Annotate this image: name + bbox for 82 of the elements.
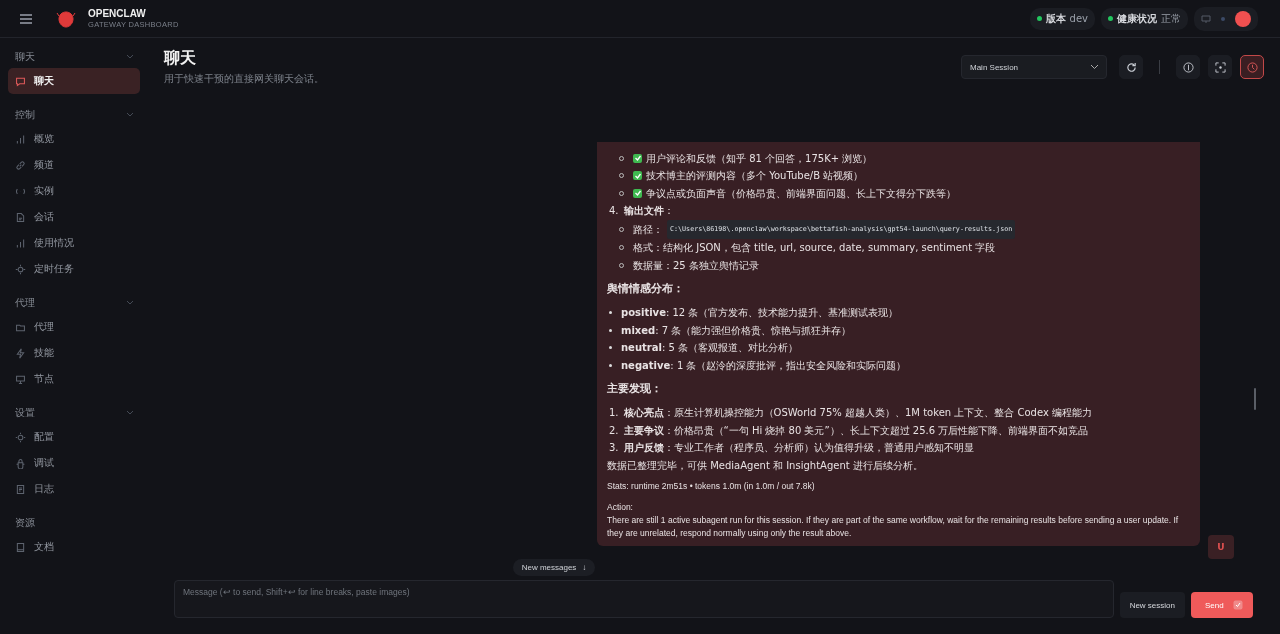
logo-icon xyxy=(56,9,76,28)
log-icon xyxy=(15,483,26,495)
chevron-icon[interactable] xyxy=(127,411,133,415)
toolbar-button[interactable] xyxy=(1176,55,1200,79)
list-item: 技术博主的评测内容（多个 YouTube/B 站视频） xyxy=(646,169,864,183)
section-heading: 主要发现： xyxy=(607,381,663,396)
section-heading: 舆情情感分布： xyxy=(607,281,685,296)
brand-name: OPENCLAW xyxy=(88,8,147,19)
bar-chart-icon xyxy=(15,133,26,145)
send-icon xyxy=(1233,600,1243,610)
sidebar-item[interactable]: 文档 xyxy=(8,534,140,560)
status-pill: 版本 dev xyxy=(1029,7,1095,30)
list-item: 争议点或负面声音（价格昂贵、前端界面问题、长上下文得分下跌等） xyxy=(646,186,956,201)
link-icon xyxy=(15,159,26,171)
refresh-button[interactable] xyxy=(1119,55,1143,79)
sidebar-item[interactable]: 定时任务 xyxy=(8,256,140,282)
sidebar-item[interactable]: 调试 xyxy=(8,450,140,476)
sidebar-group-label: 设置 xyxy=(15,406,35,420)
focus-icon xyxy=(1214,61,1226,73)
sidebar-group-label: 资源 xyxy=(15,516,35,530)
list-item: 路径： xyxy=(633,222,663,237)
page-subtitle: 用于快速干预的直接网关聊天会话。 xyxy=(164,72,324,86)
sidebar-item[interactable]: 频道 xyxy=(8,152,140,178)
toolbar-button[interactable] xyxy=(1208,55,1232,79)
toolbar-button[interactable] xyxy=(1240,55,1264,79)
paragraph: Action: xyxy=(607,501,634,514)
bar-chart-icon xyxy=(15,237,26,249)
message-input[interactable]: Message (↩ to send, Shift+↩ for line breaks, paste images) xyxy=(174,580,1114,618)
monitor-icon xyxy=(15,373,26,385)
list-item: 数据量：25 条独立舆情记录 xyxy=(633,258,759,273)
chevron-icon[interactable] xyxy=(127,55,133,59)
refresh-icon xyxy=(1125,61,1137,73)
clock-icon xyxy=(1246,61,1258,73)
new-session-button[interactable]: New session xyxy=(1119,592,1185,618)
sidebar-group-label: 聊天 xyxy=(15,50,35,64)
list-item: 主要争议：价格昂贵（“一句 Hi 烧掉 80 美元”）、长上下文超过 25.6 万后性能下降、前端界面不如竞品 xyxy=(623,423,1089,438)
list-item: negative: 1 条（赵泠的深度批评，指出安全风险和实际问题） xyxy=(621,358,907,373)
sidebar-item[interactable]: 配置 xyxy=(8,424,140,450)
paragraph: 数据已整理完毕，可供 MediaAgent 和 InsightAgent 进行后续分析。 xyxy=(607,458,924,473)
list-item: 格式：结构化 JSON，包含 title, url, source, date, summary, sentiment 字段 xyxy=(633,241,996,255)
paragraph: Stats: runtime 2m51s • tokens 1.0m (in 1.0m / out 7.8k) xyxy=(607,480,816,493)
sidebar-item[interactable]: 节点 xyxy=(8,366,140,392)
scrollbar-thumb[interactable] xyxy=(1254,388,1256,410)
chevron-icon[interactable] xyxy=(127,301,133,305)
list-item: neutral: 5 条（客观报道、对比分析） xyxy=(621,341,798,355)
info-icon xyxy=(1182,61,1194,73)
list-number: 4. xyxy=(609,204,619,218)
list-item: 输出文件： xyxy=(623,204,674,218)
list-number: 2. xyxy=(609,423,619,438)
status-pill: 健康状况 正常 xyxy=(1101,7,1188,30)
list-number: 1. xyxy=(609,406,619,420)
bolt-icon xyxy=(15,347,26,359)
list-item: positive: 12 条（官方发布、技术能力提升、基准测试表现） xyxy=(621,306,899,320)
list-item: 用户评论和反馈（知乎 81 个回答，175K+ 浏览） xyxy=(646,151,873,166)
book-icon xyxy=(15,541,26,553)
sidebar-item[interactable]: 概览 xyxy=(8,126,140,152)
paragraph: There are still 1 active subagent run for this session. If they are part of the same workflow, wait for the remaining results before sending a user update. If they are unrelated, respond normally using only the result above. xyxy=(607,514,1180,540)
folder-icon xyxy=(15,321,26,333)
chevron-icon xyxy=(1091,65,1098,69)
sidebar-item[interactable]: 会话 xyxy=(8,204,140,230)
monitor-icon[interactable] xyxy=(1201,13,1211,24)
list-number: 3. xyxy=(609,441,619,455)
user-avatar: U xyxy=(1208,535,1234,559)
sidebar-item[interactable]: 代理 xyxy=(8,314,140,340)
chevron-icon[interactable] xyxy=(127,113,133,117)
list-item: mixed: 7 条（能力强但价格贵、惊艳与抓狂并存） xyxy=(621,323,852,338)
sidebar-item[interactable]: 日志 xyxy=(8,476,140,502)
sidebar-group-label: 控制 xyxy=(15,108,35,122)
sidebar-item[interactable]: 使用情况 xyxy=(8,230,140,256)
document-icon xyxy=(15,211,26,223)
page-title: 聊天 xyxy=(164,48,197,69)
new-messages-button[interactable]: New messages ↓ xyxy=(512,559,596,576)
session-select[interactable]: Main Session xyxy=(961,55,1107,79)
menu-icon[interactable] xyxy=(20,13,32,24)
sidebar-group-label: 代理 xyxy=(15,296,35,310)
list-item: 核心亮点：原生计算机操控能力（OSWorld 75% 超越人类）、1M token 上下文、整合 Codex 编程能力 xyxy=(623,406,1093,420)
avatar-icon[interactable] xyxy=(1235,10,1251,27)
chat-icon xyxy=(15,75,26,87)
list-item: 用户反馈：专业工作者（程序员、分析师）认为值得升级，普通用户感知不明显 xyxy=(623,441,974,455)
sidebar-item[interactable]: 技能 xyxy=(8,340,140,366)
sidebar-item[interactable]: 聊天 xyxy=(8,68,140,94)
sidebar-item[interactable]: 实例 xyxy=(8,178,140,204)
